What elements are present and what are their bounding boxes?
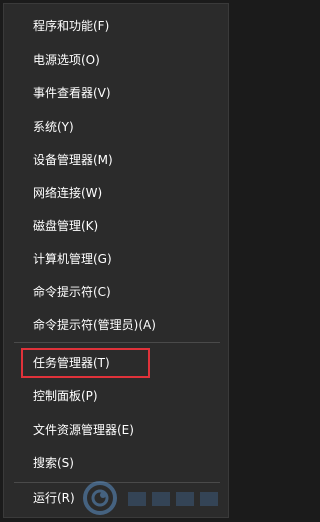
menu-divider [14,342,220,343]
menu-item-task-manager[interactable]: 任务管理器(T) [4,347,228,379]
swirl-logo-icon [83,481,218,515]
menu-item-computer-management[interactable]: 计算机管理(G) [4,243,228,275]
menu-item-network-connections[interactable]: 网络连接(W) [4,177,228,209]
menu-item-programs-features[interactable]: 程序和功能(F) [4,10,228,42]
menu-item-power-options[interactable]: 电源选项(O) [4,44,228,76]
watermark-logo [78,478,228,518]
menu-item-command-prompt[interactable]: 命令提示符(C) [4,276,228,308]
menu-item-disk-management[interactable]: 磁盘管理(K) [4,210,228,242]
menu-item-system[interactable]: 系统(Y) [4,111,228,143]
menu-item-device-manager[interactable]: 设备管理器(M) [4,144,228,176]
menu-item-file-explorer[interactable]: 文件资源管理器(E) [4,414,228,446]
menu-item-command-prompt-admin[interactable]: 命令提示符(管理员)(A) [4,309,228,341]
menu-item-control-panel[interactable]: 控制面板(P) [4,380,228,412]
menu-item-event-viewer[interactable]: 事件查看器(V) [4,77,228,109]
winx-context-menu: 程序和功能(F) 电源选项(O) 事件查看器(V) 系统(Y) 设备管理器(M)… [3,3,229,518]
menu-item-search[interactable]: 搜索(S) [4,447,228,479]
